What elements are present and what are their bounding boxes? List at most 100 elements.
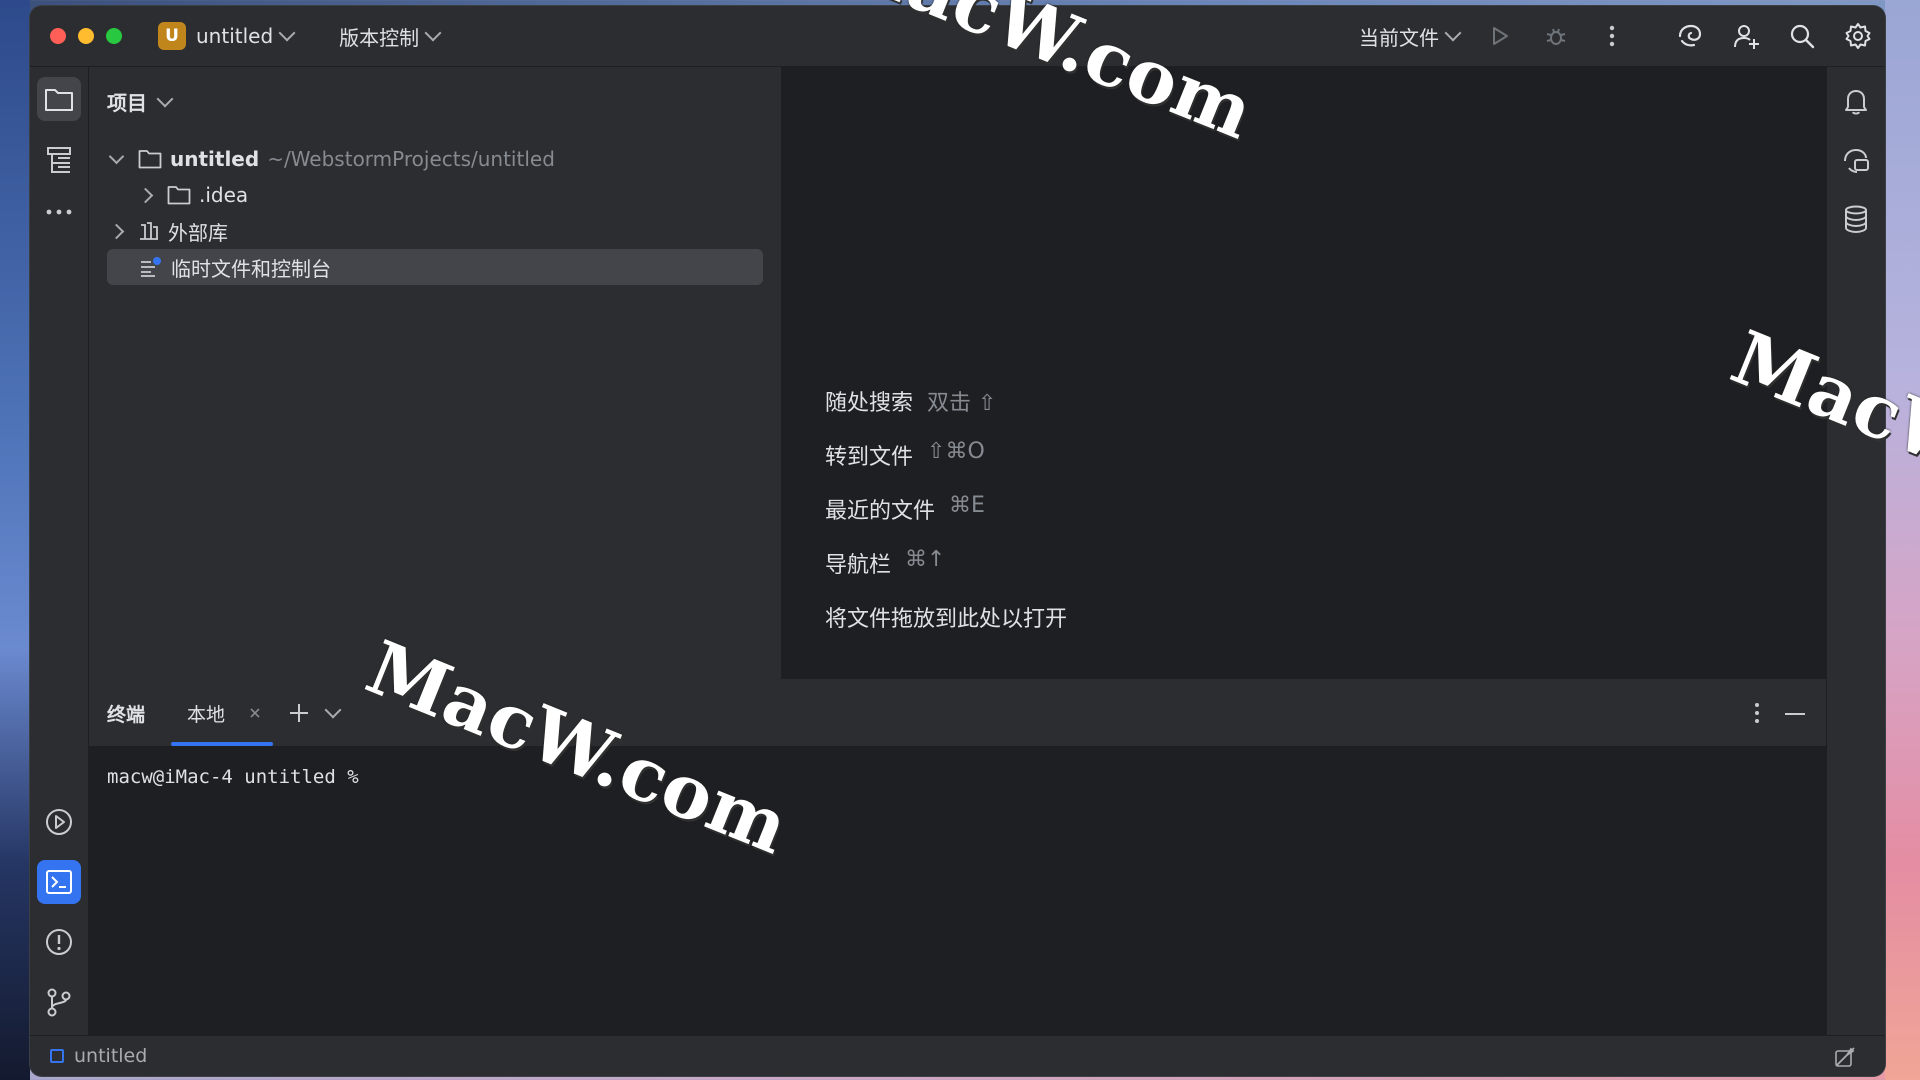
chevron-down-icon[interactable]	[324, 701, 342, 719]
hint-shortcut: ⌘↑	[905, 547, 946, 572]
tree-item-idea[interactable]: .idea	[137, 177, 740, 213]
scratches-icon	[141, 257, 161, 277]
services-tool-button[interactable]	[37, 800, 81, 844]
ai-assistant-icon[interactable]	[1675, 21, 1705, 51]
tree-item-scratches[interactable]: 临时文件和控制台	[107, 249, 763, 285]
project-name: untitled	[196, 24, 274, 48]
code-with-me-icon[interactable]	[1731, 21, 1761, 51]
minimize-window-button[interactable]	[78, 28, 94, 44]
more-actions-icon[interactable]	[1597, 21, 1627, 51]
terminal-panel: 终端 本地 macw@iMac-4 untitled %	[89, 680, 1826, 1036]
run-config-label: 当前文件	[1359, 25, 1439, 50]
project-module-icon	[50, 1049, 64, 1063]
status-bar: untitled	[30, 1035, 1885, 1076]
hint-label: 导航栏	[825, 553, 892, 578]
chevron-down-icon	[156, 90, 174, 107]
terminal-title: 终端	[107, 704, 146, 726]
terminal-header: 终端 本地	[89, 680, 1826, 747]
hint-recent-files: 最近的文件 ⌘E	[825, 493, 985, 525]
debug-icon[interactable]	[1541, 21, 1571, 51]
tree-item-label: .idea	[199, 183, 249, 207]
ide-window: U untitled 版本控制 当前文件 项目 untitled ~/Webst…	[30, 6, 1885, 1076]
project-panel-header[interactable]: 项目	[107, 87, 174, 116]
hint-shortcut: 双击 ⇧	[927, 391, 997, 416]
toolbar-right: 当前文件	[1349, 6, 1873, 66]
chevron-right-icon[interactable]	[137, 187, 154, 203]
right-tool-strip	[1826, 67, 1885, 1036]
settings-gear-icon[interactable]	[1843, 21, 1873, 51]
status-project[interactable]: untitled	[50, 1045, 147, 1067]
tree-item-external-libraries[interactable]: 外部库	[108, 213, 751, 249]
no-power-save-icon[interactable]	[1833, 1045, 1857, 1069]
folder-icon	[167, 186, 191, 205]
project-panel-title: 项目	[107, 91, 147, 115]
tree-item-label: untitled	[170, 147, 260, 171]
terminal-options-icon[interactable]	[1754, 702, 1760, 724]
active-tab-indicator	[171, 742, 273, 746]
run-config-selector[interactable]: 当前文件	[1359, 22, 1462, 51]
desktop-wallpaper-left	[0, 0, 30, 1080]
bell-icon	[1845, 90, 1867, 115]
chevron-right-icon[interactable]	[108, 223, 125, 239]
close-icon[interactable]	[249, 707, 261, 719]
desktop-wallpaper-right	[1885, 0, 1920, 1080]
new-tab-plus-icon[interactable]	[288, 702, 310, 724]
chevron-down-icon	[424, 24, 442, 42]
project-panel: 项目 untitled ~/WebstormProjects/untitled …	[89, 67, 782, 679]
tree-item-label: 外部库	[168, 220, 228, 245]
database-button[interactable]	[1834, 197, 1878, 241]
hint-drop-files: 将文件拖放到此处以打开	[825, 601, 1067, 633]
terminal-icon	[46, 870, 72, 894]
search-icon[interactable]	[1787, 21, 1817, 51]
hint-label: 转到文件	[825, 445, 914, 470]
database-icon	[1845, 205, 1867, 234]
hint-label: 随处搜索	[825, 391, 914, 416]
library-icon	[140, 222, 158, 240]
hint-shortcut: ⇧⌘O	[927, 439, 985, 464]
vcs-menu[interactable]: 版本控制	[339, 22, 442, 51]
run-icon[interactable]	[1485, 21, 1515, 51]
hint-search-everywhere: 随处搜索 双击 ⇧	[825, 385, 996, 417]
hint-go-to-file: 转到文件 ⇧⌘O	[825, 439, 985, 471]
hint-shortcut: ⌘E	[949, 493, 985, 518]
status-project-label: untitled	[74, 1045, 148, 1067]
title-bar: U untitled 版本控制 当前文件	[30, 6, 1885, 67]
tree-item-path: ~/WebstormProjects/untitled	[267, 147, 555, 171]
terminal-tab-local[interactable]: 本地	[171, 680, 273, 746]
minimize-panel-icon[interactable]	[1784, 712, 1806, 716]
chevron-down-icon[interactable]	[108, 148, 125, 165]
project-badge[interactable]: U	[158, 22, 186, 50]
structure-icon	[47, 147, 71, 173]
problems-icon	[46, 929, 72, 955]
tree-item-untitled[interactable]: untitled ~/WebstormProjects/untitled	[108, 141, 751, 177]
terminal-tab-label: 本地	[187, 704, 226, 726]
git-branch-icon	[47, 988, 71, 1017]
more-tools-button[interactable]	[37, 190, 81, 234]
ai-chat-icon	[1844, 148, 1869, 173]
git-tool-button[interactable]	[37, 980, 81, 1024]
close-window-button[interactable]	[50, 28, 66, 44]
hint-label: 最近的文件	[825, 499, 936, 524]
more-horizontal-icon	[46, 209, 72, 215]
hint-label: 将文件拖放到此处以打开	[825, 607, 1068, 632]
ai-chat-button[interactable]	[1834, 139, 1878, 183]
notifications-button[interactable]	[1834, 79, 1878, 123]
folder-icon	[138, 150, 162, 169]
tree-item-label: 临时文件和控制台	[171, 256, 331, 281]
window-controls	[50, 28, 122, 44]
project-selector[interactable]: untitled	[196, 24, 296, 48]
terminal-prompt[interactable]: macw@iMac-4 untitled %	[107, 766, 359, 788]
services-icon	[46, 809, 72, 835]
left-tool-strip	[30, 67, 89, 1036]
chevron-down-icon	[1444, 24, 1462, 42]
hint-navigation-bar: 导航栏 ⌘↑	[825, 547, 945, 579]
editor-empty-area[interactable]: 随处搜索 双击 ⇧ 转到文件 ⇧⌘O 最近的文件 ⌘E 导航栏 ⌘↑ 将文件拖放…	[782, 67, 1826, 679]
folder-icon	[45, 89, 73, 111]
chevron-down-icon	[278, 24, 296, 42]
project-tool-button[interactable]	[37, 77, 81, 121]
vcs-menu-label: 版本控制	[339, 25, 420, 50]
zoom-window-button[interactable]	[106, 28, 122, 44]
terminal-tool-button[interactable]	[37, 860, 81, 904]
structure-tool-button[interactable]	[37, 138, 81, 182]
problems-tool-button[interactable]	[37, 920, 81, 964]
